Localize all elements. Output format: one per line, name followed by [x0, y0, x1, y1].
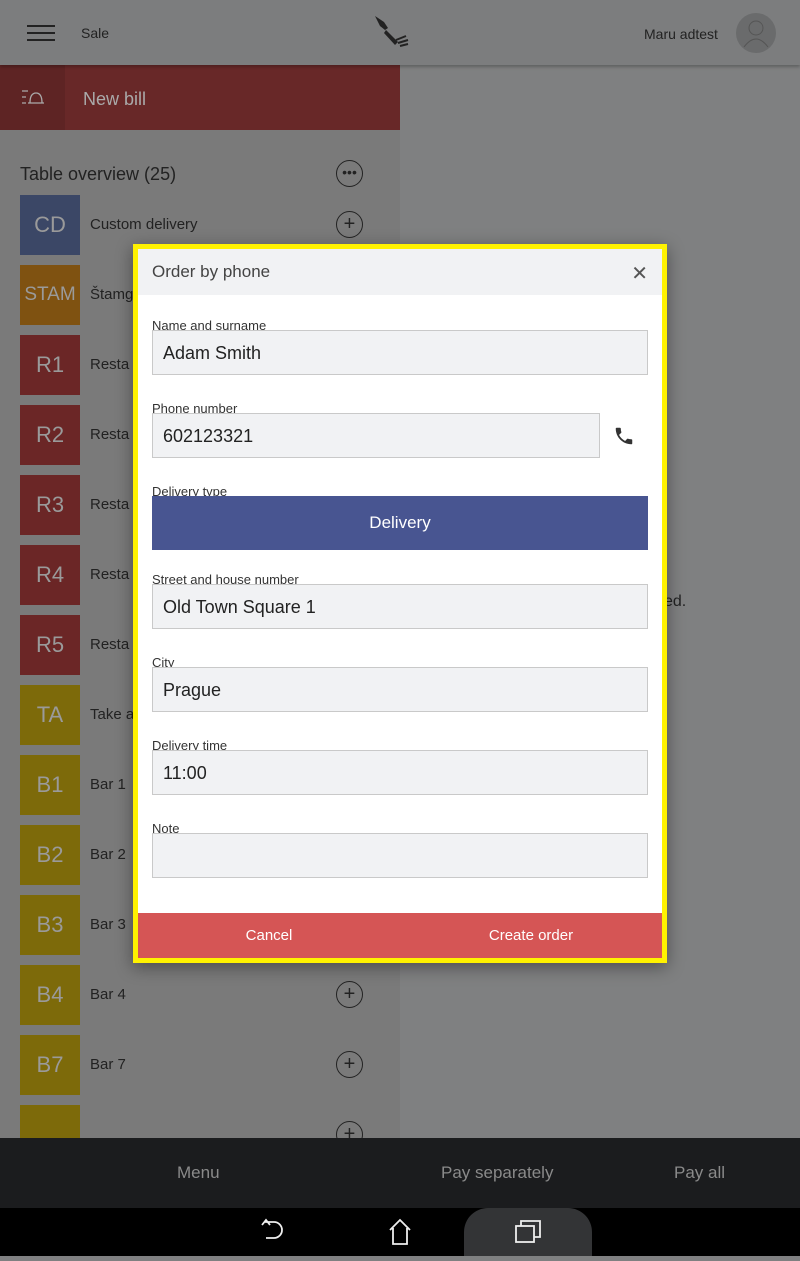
table-tile: B4	[20, 965, 80, 1025]
home-icon[interactable]	[378, 1208, 424, 1256]
table-name: Bar 3	[90, 916, 126, 933]
table-row[interactable]: B4 Bar 4 +	[20, 965, 400, 1025]
phone-icon[interactable]	[613, 425, 635, 447]
table-tile: R5	[20, 615, 80, 675]
table-name: Bar 2	[90, 846, 126, 863]
recent-apps-icon[interactable]	[464, 1208, 592, 1256]
table-tile: B2	[20, 825, 80, 885]
add-icon[interactable]: +	[336, 981, 363, 1008]
back-icon[interactable]	[250, 1208, 296, 1256]
table-name: Bar 1	[90, 776, 126, 793]
more-options-icon[interactable]: •••	[336, 160, 363, 187]
dialog-header: Order by phone ✕	[138, 249, 662, 295]
table-tile: R1	[20, 335, 80, 395]
user-icon	[743, 20, 769, 48]
menu-button[interactable]: Menu	[177, 1163, 220, 1183]
delivery-type-button[interactable]: Delivery	[152, 496, 648, 550]
logo-icon	[375, 16, 409, 47]
order-by-phone-dialog: Order by phone ✕ Name and surname Adam S…	[133, 244, 667, 963]
table-tile: B1	[20, 755, 80, 815]
delivery-time-input[interactable]: 11:00	[152, 750, 648, 795]
table-name: Štamg	[90, 286, 134, 303]
system-nav-bar	[0, 1208, 800, 1256]
table-tile: R4	[20, 545, 80, 605]
table-name: Resta	[90, 566, 130, 583]
phone-input[interactable]: 602123321	[152, 413, 600, 458]
table-tile: B3	[20, 895, 80, 955]
table-name: Resta	[90, 356, 130, 373]
street-input[interactable]: Old Town Square 1	[152, 584, 648, 629]
new-bill-label: New bill	[83, 89, 147, 109]
new-bill-button[interactable]: New bill	[0, 65, 400, 130]
table-name: Custom delivery	[90, 216, 198, 233]
table-name: Resta	[90, 426, 130, 443]
add-icon[interactable]: +	[336, 1121, 363, 1138]
dialog-title: Order by phone	[152, 262, 271, 281]
table-name: Resta	[90, 636, 130, 653]
table-overview-heading: Table overview (25)	[20, 164, 177, 184]
table-name: Take a	[90, 706, 135, 723]
table-name: Bar 4	[90, 986, 126, 1003]
add-icon[interactable]: +	[336, 1051, 363, 1078]
dialog-footer: Cancel Create order	[138, 913, 662, 958]
city-input[interactable]: Prague	[152, 667, 648, 712]
table-name: Resta	[90, 496, 130, 513]
avatar[interactable]	[736, 13, 776, 53]
table-tile: R2	[20, 405, 80, 465]
bottom-bar: Menu Pay separately Pay all	[0, 1138, 800, 1208]
user-name: Maru adtest	[644, 26, 718, 42]
table-tile: B7	[20, 1035, 80, 1095]
name-input[interactable]: Adam Smith	[152, 330, 648, 375]
table-tile	[20, 1105, 80, 1138]
bell-icon	[0, 65, 65, 130]
pay-all-button[interactable]: Pay all	[674, 1163, 725, 1183]
table-tile: R3	[20, 475, 80, 535]
create-order-button[interactable]: Create order	[400, 913, 662, 958]
table-name: Bar 7	[90, 1056, 126, 1073]
table-tile: STAM	[20, 265, 80, 325]
menu-icon[interactable]	[27, 25, 55, 41]
table-row[interactable]: B7 Bar 7 +	[20, 1035, 400, 1095]
add-icon[interactable]: +	[336, 211, 363, 238]
app-header: Sale Maru adtest	[0, 0, 800, 65]
table-tile: TA	[20, 685, 80, 745]
close-icon[interactable]: ✕	[631, 261, 648, 286]
table-tile: CD	[20, 195, 80, 255]
table-row[interactable]: +	[20, 1105, 400, 1138]
pay-separately-button[interactable]: Pay separately	[441, 1163, 553, 1183]
note-input[interactable]	[152, 833, 648, 878]
header-title: Sale	[81, 25, 110, 41]
cancel-button[interactable]: Cancel	[138, 913, 400, 958]
status-text: ed.	[664, 593, 687, 610]
